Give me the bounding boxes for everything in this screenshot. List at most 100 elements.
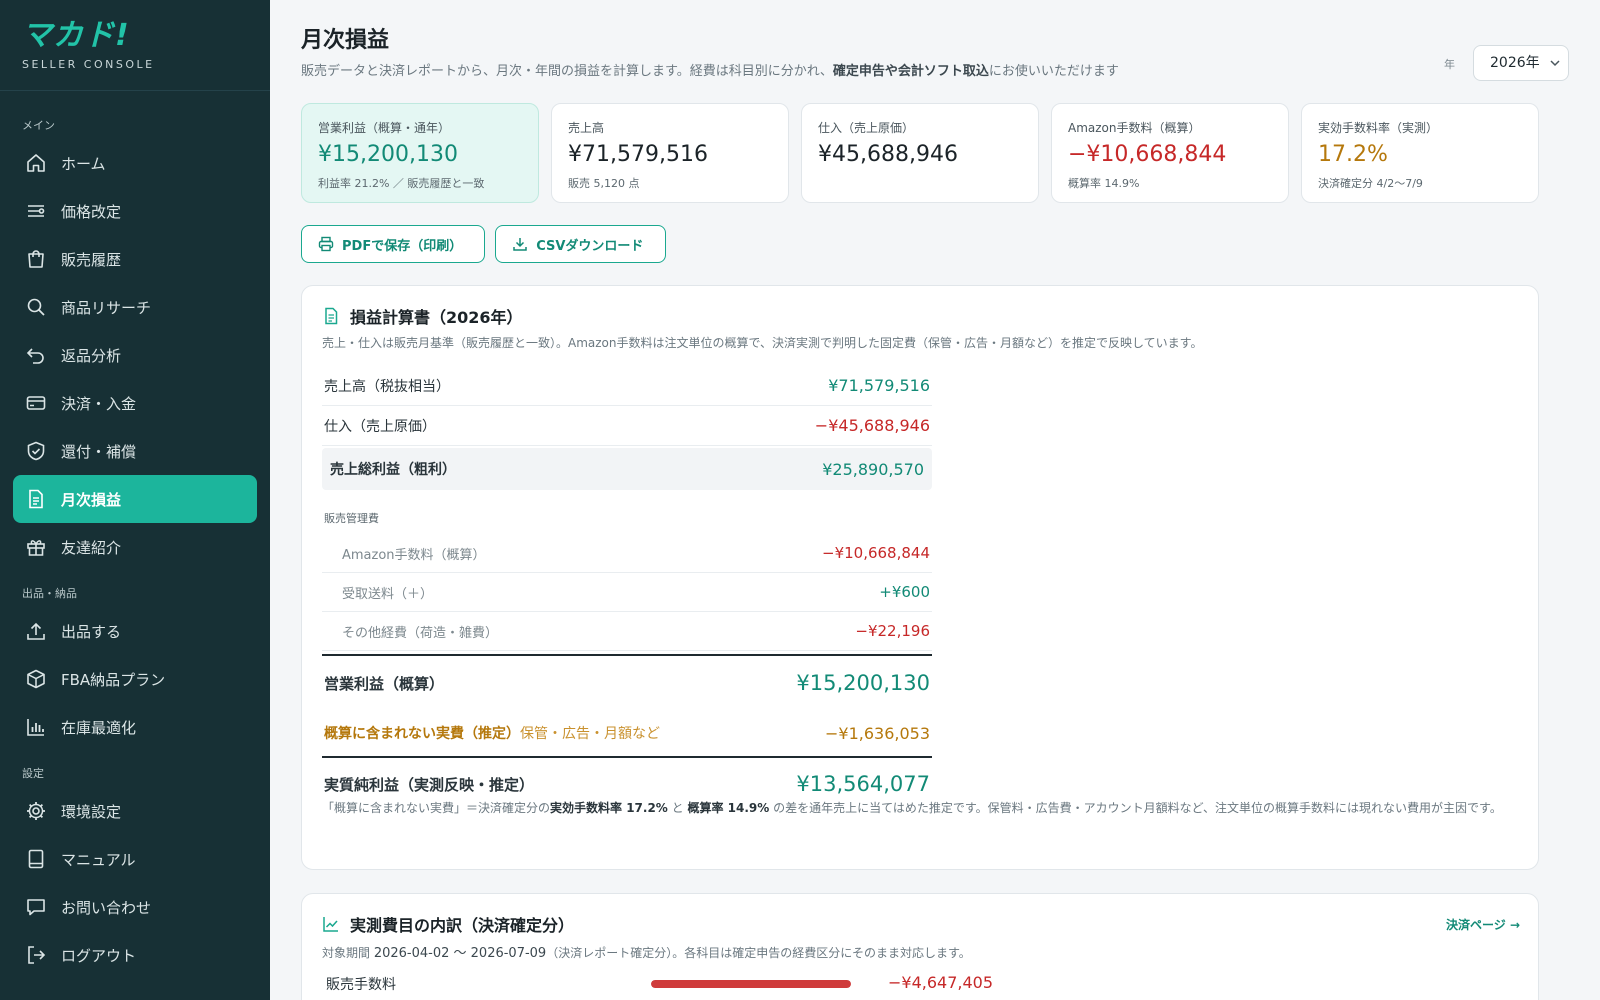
sga-row: Amazon手数料（概算） −¥10,668,844 xyxy=(322,534,932,573)
year-select[interactable]: 2026年 xyxy=(1473,45,1569,81)
footnote-effective-rate: 実効手数料率 17.2% xyxy=(550,801,668,815)
sidebar-item-2-0[interactable]: 環境設定 xyxy=(13,787,257,835)
sidebar-item-0-4[interactable]: 返品分析 xyxy=(13,331,257,379)
sidebar-item-label: 販売履歴 xyxy=(61,250,122,269)
box-icon xyxy=(27,669,45,689)
sidebar-section-title: 設定 xyxy=(22,767,44,780)
breakdown-label: 販売手数料 xyxy=(326,977,396,993)
sidebar-item-2-2[interactable]: お問い合わせ xyxy=(13,883,257,931)
kpi-value: ¥15,200,130 xyxy=(318,142,458,167)
sidebar-item-0-8[interactable]: 友達紹介 xyxy=(13,523,257,571)
kpi-subtext: 概算率 14.9% xyxy=(1068,177,1140,190)
operating-profit-value: ¥15,200,130 xyxy=(796,671,930,695)
sidebar-item-label: 出品する xyxy=(61,622,122,641)
logo-text: マカド! xyxy=(22,18,130,53)
sidebar-item-0-1[interactable]: 価格改定 xyxy=(13,187,257,235)
sga-label: 受取送料（＋） xyxy=(342,586,434,602)
document-icon xyxy=(29,489,43,509)
footnote-text-2: と xyxy=(667,801,688,815)
search-icon xyxy=(27,298,45,316)
home-icon xyxy=(27,154,45,172)
estimated-costs-label: 概算に含まれない実費（推定）保管・広告・月額など xyxy=(324,723,660,743)
sidebar-item-1-0[interactable]: 出品する xyxy=(13,607,257,655)
kpi-card: 仕入（売上原価） ¥45,688,946 xyxy=(801,103,1039,203)
sidebar-item-0-2[interactable]: 販売履歴 xyxy=(13,235,257,283)
kpi-value: 17.2% xyxy=(1318,142,1388,167)
net-profit-label: 実質純利益（実測反映・推定） xyxy=(324,775,535,794)
gross-profit-row: 売上総利益（粗利） ¥25,890,570 xyxy=(322,448,932,490)
estimated-costs-hint: 保管・広告・月額など xyxy=(520,726,660,742)
sidebar-section-title: メイン xyxy=(22,119,55,132)
kpi-value: −¥10,668,844 xyxy=(1068,142,1227,167)
sidebar-item-label: 決済・入金 xyxy=(61,394,137,413)
sidebar-item-label: マニュアル xyxy=(61,850,136,869)
sidebar-section-title: 出品・納品 xyxy=(22,587,77,600)
sga-row: その他経費（荷造・雑費） −¥22,196 xyxy=(322,612,932,651)
sidebar-item-2-3[interactable]: ログアウト xyxy=(13,931,257,979)
cogs-label: 仕入（売上原価） xyxy=(324,418,436,435)
chevron-down-icon xyxy=(1550,60,1560,67)
sidebar-item-1-1[interactable]: FBA納品プラン xyxy=(13,655,257,703)
csv-download-button[interactable]: CSVダウンロード xyxy=(495,225,667,263)
footnote-estimate-rate: 概算率 14.9% xyxy=(687,801,770,815)
sidebar-item-0-5[interactable]: 決済・入金 xyxy=(13,379,257,427)
gross-profit-value: ¥25,890,570 xyxy=(822,459,924,479)
cogs-row: 仕入（売上原価） −¥45,688,946 xyxy=(322,406,932,446)
year-select-value: 2026年 xyxy=(1490,55,1540,71)
kpi-subtext: 決済確定分 4/2〜7/9 xyxy=(1318,177,1423,190)
sidebar-item-0-7[interactable]: 月次損益 xyxy=(13,475,257,523)
pdf-save-label: PDFで保存（印刷） xyxy=(342,238,463,254)
kpi-cards: 営業利益（概算・通年） ¥15,200,130 利益率 21.2% ／ 販売履歴と一… xyxy=(301,103,1539,203)
footnote-text-3: の差を通年売上に当てはめた推定です。保管料・広告費・アカウント月額料など、注文単… xyxy=(769,801,1502,815)
sidebar: マカド! SELLER CONSOLE メインホーム価格改定販売履歴商品リサーチ… xyxy=(0,0,270,1000)
gift-icon xyxy=(27,540,45,556)
sga-value: −¥10,668,844 xyxy=(822,544,930,562)
kpi-value: ¥71,579,516 xyxy=(568,142,708,167)
cost-breakdown-title: 実測費目の内訳（決済確定分） xyxy=(322,912,574,936)
estimated-costs-title: 概算に含まれない実費（推定） xyxy=(324,726,520,742)
sliders-icon xyxy=(28,205,45,217)
action-buttons: PDFで保存（印刷） CSVダウンロード xyxy=(301,225,667,263)
sidebar-item-label: FBA納品プラン xyxy=(61,670,166,689)
kpi-value: ¥45,688,946 xyxy=(818,142,958,167)
year-label: 年 xyxy=(1444,58,1455,71)
sidebar-item-label: 価格改定 xyxy=(61,202,122,221)
sidebar-item-0-3[interactable]: 商品リサーチ xyxy=(13,283,257,331)
income-statement-title: 損益計算書（2026年） xyxy=(322,304,523,328)
pdf-save-button[interactable]: PDFで保存（印刷） xyxy=(301,225,486,263)
breakdown-value: −¥4,647,405 xyxy=(888,973,994,992)
breakdown-bar-fill xyxy=(651,980,851,988)
sidebar-item-label: 商品リサーチ xyxy=(61,298,152,317)
logo[interactable]: マカド! SELLER CONSOLE xyxy=(0,0,270,91)
printer-icon xyxy=(318,236,334,252)
footnote-text-1: 「概算に含まれない実費」＝決済確定分の xyxy=(322,801,551,815)
income-statement-title-text: 損益計算書（2026年） xyxy=(350,308,523,327)
sidebar-item-label: ホーム xyxy=(61,154,106,173)
main-content: 月次損益 販売データと決済レポートから、月次・年間の損益を計算します。経費は科目… xyxy=(270,0,1600,1000)
settlement-page-link[interactable]: 決済ページ → xyxy=(1446,916,1520,933)
kpi-card: 営業利益（概算・通年） ¥15,200,130 利益率 21.2% ／ 販売履歴と一… xyxy=(301,103,539,203)
sidebar-item-label: 環境設定 xyxy=(61,802,122,821)
credit-card-icon xyxy=(26,396,46,410)
sidebar-item-0-6[interactable]: 還付・補償 xyxy=(13,427,257,475)
sidebar-item-2-1[interactable]: マニュアル xyxy=(13,835,257,883)
logo-subtitle: SELLER CONSOLE xyxy=(22,58,155,71)
sga-label: その他経費（荷造・雑費） xyxy=(342,625,499,641)
sidebar-item-label: 返品分析 xyxy=(61,346,122,365)
sga-row: 受取送料（＋） +¥600 xyxy=(322,573,932,612)
sidebar-item-0-0[interactable]: ホーム xyxy=(13,139,257,187)
sga-value: −¥22,196 xyxy=(855,622,930,640)
document-icon xyxy=(325,307,338,325)
sidebar-item-1-2[interactable]: 在庫最適化 xyxy=(13,703,257,751)
operating-profit-row: 営業利益（概算） ¥15,200,130 xyxy=(322,654,932,710)
income-statement-table: 売上高（税抜相当） ¥71,579,516 仕入（売上原価） −¥45,688,… xyxy=(322,366,932,810)
kpi-subtext: 販売 5,120 点 xyxy=(568,177,640,190)
shield-check-icon xyxy=(27,441,45,461)
sales-value: ¥71,579,516 xyxy=(828,376,930,395)
kpi-label: 仕入（売上原価） xyxy=(818,121,915,135)
logout-icon xyxy=(28,946,46,964)
kpi-label: Amazon手数料（概算） xyxy=(1068,121,1201,135)
csv-download-label: CSVダウンロード xyxy=(536,238,644,254)
sga-items: Amazon手数料（概算） −¥10,668,844 受取送料（＋） +¥600 その他… xyxy=(322,534,932,651)
bar-chart-icon xyxy=(27,719,44,736)
